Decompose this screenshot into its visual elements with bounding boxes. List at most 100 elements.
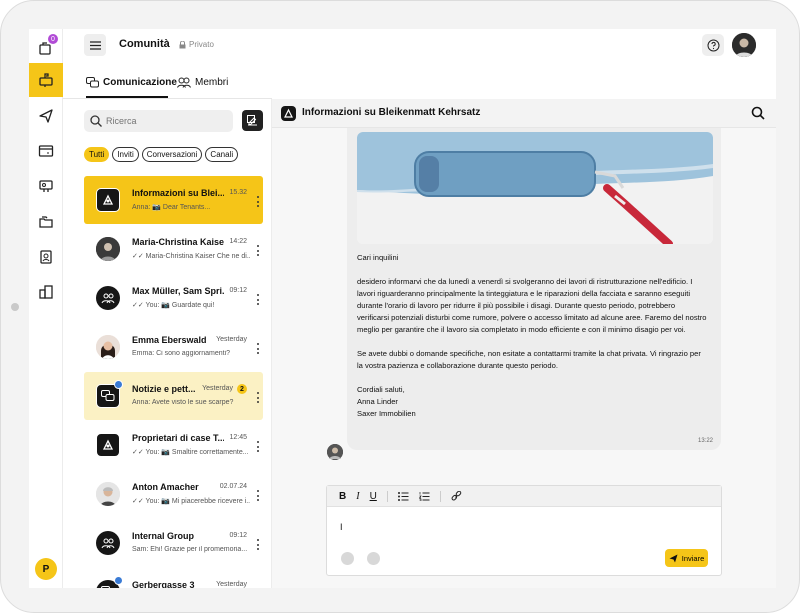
search-icon	[90, 115, 102, 127]
conversation-item[interactable]: Max Müller, Sam Spri... 09:12 ✓✓ You: 📷 …	[84, 274, 263, 322]
group-icon	[96, 531, 120, 555]
browser-sparkle-icon	[38, 145, 54, 157]
link-button[interactable]	[451, 490, 462, 502]
more-options-icon[interactable]	[256, 294, 260, 305]
compose-button[interactable]	[242, 110, 263, 131]
channel-badge-icon	[114, 576, 123, 585]
underline-button[interactable]: U	[370, 491, 377, 502]
search-box[interactable]	[84, 110, 233, 132]
user-avatar[interactable]	[732, 33, 756, 57]
nav-rail: 0 P	[29, 29, 63, 588]
more-options-icon[interactable]	[256, 490, 260, 501]
conversation-name: Proprietari di case T...	[132, 433, 224, 443]
conversation-item[interactable]: Proprietari di case T... 12:45 ✓✓ You: 📷…	[84, 421, 263, 469]
privacy-label: Privato	[189, 40, 214, 49]
search-input[interactable]	[106, 116, 226, 126]
numbered-list-button[interactable]	[418, 491, 430, 501]
message-text: Cari inquilini desidero informarvi che d…	[357, 252, 707, 432]
buildings-nav-item[interactable]	[29, 275, 63, 309]
browser-nav-item[interactable]	[29, 134, 63, 168]
send-icon	[39, 109, 53, 123]
toolbar-divider	[439, 490, 441, 502]
folders-nav-item[interactable]	[29, 205, 63, 239]
conversation-item[interactable]: Anton Amacher 02.07.24 ✓✓ You: 📷 Mi piac…	[84, 470, 263, 518]
message-composer: B I U I Inviare	[326, 485, 722, 576]
channel-logo-icon	[281, 106, 296, 121]
conversation-preview: ✓✓ You: 📷 Guardate qui!	[132, 302, 215, 309]
more-options-icon[interactable]	[256, 196, 260, 207]
conversation-item[interactable]: Internal Group 09:12 Sam: Ehi! Grazie pe…	[84, 519, 263, 567]
chat-search-button[interactable]	[751, 106, 765, 125]
send-icon	[669, 554, 678, 562]
conversation-item[interactable]: Gerbergasse 3 Yesterday	[84, 568, 263, 588]
more-options-icon[interactable]	[256, 343, 260, 354]
bullet-list-button[interactable]	[397, 491, 409, 501]
toolbar-divider	[386, 490, 388, 502]
more-options-icon[interactable]	[256, 539, 260, 550]
filter-channels[interactable]: Canali	[205, 147, 239, 162]
message-image[interactable]	[357, 132, 713, 244]
conversation-preview: Anna: Avete visto le sue scarpe?	[132, 399, 234, 406]
tab-communication[interactable]: Comunicazione	[86, 77, 177, 88]
contacts-icon	[40, 250, 52, 264]
edit-icon	[247, 115, 257, 126]
conversation-time: Yesterday	[216, 581, 247, 588]
filter-all[interactable]: Tutti	[84, 147, 110, 162]
bold-button[interactable]: B	[339, 491, 346, 502]
help-button[interactable]	[702, 34, 724, 56]
home-button[interactable]	[11, 303, 19, 311]
conversation-time: 09:12	[229, 287, 247, 294]
buildings-icon	[39, 285, 53, 299]
emoji-icon[interactable]	[367, 552, 380, 565]
message-time: 13:22	[697, 438, 713, 444]
more-options-icon[interactable]	[256, 392, 260, 403]
italic-button[interactable]: I	[356, 491, 359, 502]
send-button[interactable]: Inviare	[665, 549, 708, 567]
avatar	[96, 482, 120, 506]
add-attachment-icon[interactable]	[341, 552, 354, 565]
tab-members-label: Membri	[195, 77, 229, 88]
avatar	[96, 237, 120, 261]
community-nav-item[interactable]	[29, 63, 63, 97]
chat-header: Informazioni su Bleikenmatt Kehrsatz	[272, 99, 776, 128]
message-body-2: Se avete dubbi o domande specifiche, non…	[357, 349, 701, 370]
lock-icon	[179, 40, 186, 48]
filter-conversations[interactable]: Conversazioni	[141, 147, 203, 162]
contacts-nav-item[interactable]	[29, 240, 63, 274]
send-nav-item[interactable]	[29, 99, 63, 133]
message-signature: Cordiali saluti, Anna Linder Saxer Immob…	[357, 385, 416, 418]
conversation-item[interactable]: Maria-Christina Kaiser 14:22 ✓✓ Maria-Ch…	[84, 225, 263, 273]
group-icon	[96, 286, 120, 310]
menu-button[interactable]	[84, 34, 106, 56]
conversation-time: 12:45	[229, 434, 247, 441]
conversation-preview: ✓✓ You: 📷 Mi piacerebbe ricevere i...	[132, 498, 250, 505]
more-options-icon[interactable]	[256, 245, 260, 256]
app-logo[interactable]: P	[35, 558, 57, 580]
conversation-time: 15.32	[229, 189, 247, 196]
chat-title: Informazioni su Bleikenmatt Kehrsatz	[302, 107, 481, 118]
conversation-item[interactable]: Notizie e pett... Yesterday 2 Anna: Avet…	[84, 372, 263, 420]
conversation-name: Emma Eberswald	[132, 335, 207, 345]
page-title: Comunità	[119, 38, 170, 50]
channel-badge-icon	[114, 380, 123, 389]
conversation-panel: Tutti Inviti Conversazioni Canali Inform…	[63, 99, 272, 588]
inbox-nav-item[interactable]: 0	[29, 31, 63, 65]
sender-avatar	[327, 444, 343, 460]
conversation-item[interactable]: Informazioni su Blei... 15.32 Anna: 📷 De…	[84, 176, 263, 224]
privacy-indicator: Privato	[179, 40, 214, 49]
tab-members[interactable]: Membri	[177, 77, 228, 88]
folders-icon	[39, 216, 53, 228]
conversation-name: Informazioni su Blei...	[132, 188, 224, 198]
send-label: Inviare	[681, 553, 705, 563]
filter-invites[interactable]: Inviti	[112, 147, 139, 162]
presentation-nav-item[interactable]	[29, 169, 63, 203]
message-input[interactable]: I	[340, 522, 343, 532]
conversation-time: Yesterday	[202, 385, 233, 392]
more-options-icon[interactable]	[256, 441, 260, 452]
conversation-name: Internal Group	[132, 531, 195, 541]
app-screen: 0 P Comunità Privato Comunicazione Membr…	[29, 29, 776, 588]
conversation-item[interactable]: Emma Eberswald Yesterday Emma: Ci sono a…	[84, 323, 263, 371]
tab-communication-label: Comunicazione	[103, 77, 177, 88]
conversation-preview: Emma: Ci sono aggiornamenti?	[132, 350, 231, 357]
presentation-icon	[39, 180, 53, 192]
